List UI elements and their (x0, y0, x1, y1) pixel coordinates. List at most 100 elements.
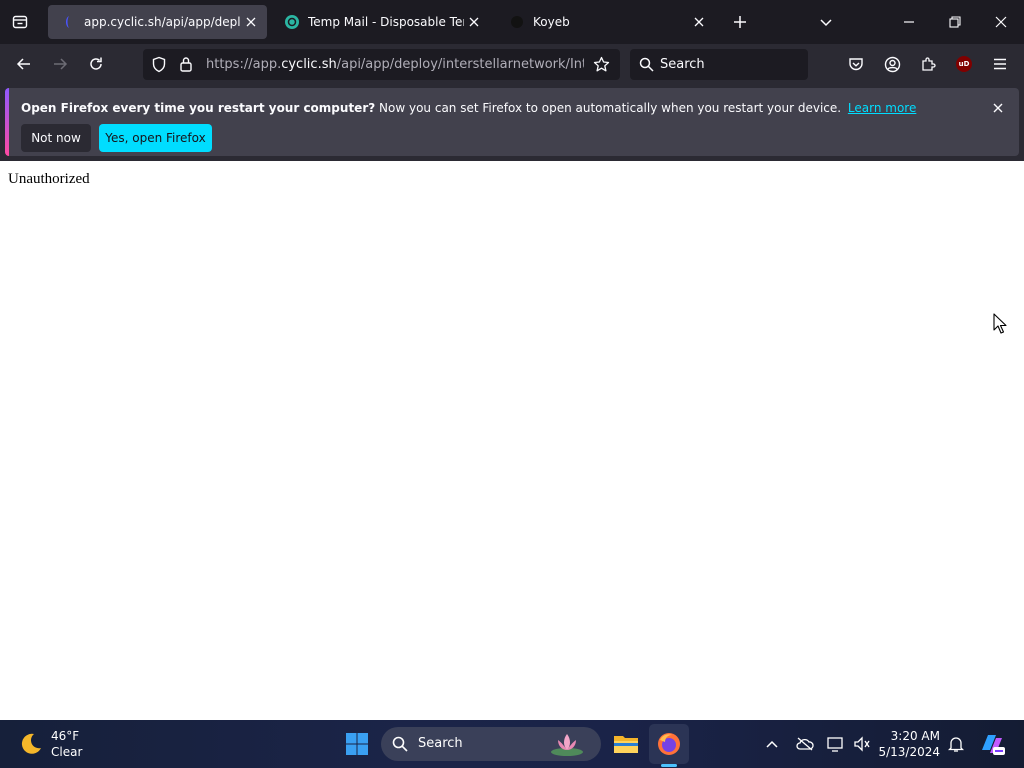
hamburger-menu-icon (994, 58, 1006, 70)
close-icon (993, 103, 1003, 113)
tab-cyclic[interactable]: app.cyclic.sh/api/app/deploy/i (48, 5, 267, 39)
account-button[interactable] (878, 50, 906, 78)
extensions-button[interactable] (914, 50, 942, 78)
back-button[interactable] (10, 50, 38, 78)
tab-title: Temp Mail - Disposable Tempo (308, 15, 464, 29)
plus-icon (734, 16, 746, 28)
cloud-offline-icon (796, 737, 814, 751)
url-bar[interactable]: https://app.cyclic.sh/api/app/deploy/int… (143, 49, 620, 80)
taskbar-firefox[interactable] (649, 724, 689, 764)
tab-title: app.cyclic.sh/api/app/deploy/i (84, 15, 241, 29)
window-close-button[interactable] (987, 8, 1015, 36)
folder-icon (614, 736, 638, 753)
learn-more-link[interactable]: Learn more (848, 101, 916, 115)
url-prefix: https://app. (206, 57, 282, 72)
arrow-left-icon (16, 58, 30, 70)
yes-open-firefox-button[interactable]: Yes, open Firefox (99, 124, 212, 152)
puzzle-icon (922, 57, 936, 71)
forward-button[interactable] (46, 50, 74, 78)
notification-area: Open Firefox every time you restart your… (0, 85, 1024, 161)
reload-icon (90, 57, 102, 70)
weather-temperature: 46°F (51, 729, 80, 743)
new-tab-button[interactable] (726, 8, 754, 36)
url-host: cyclic.sh (281, 57, 337, 72)
default-browser-notification: Open Firefox every time you restart your… (5, 88, 1019, 156)
list-all-tabs-button[interactable] (812, 8, 840, 36)
network-tray-button[interactable] (826, 734, 846, 754)
search-bar[interactable]: Search (630, 49, 808, 80)
tab-close-button[interactable] (241, 12, 261, 32)
not-now-button[interactable]: Not now (21, 124, 91, 152)
taskbar-file-explorer[interactable] (608, 726, 644, 762)
windows-taskbar: 46°F Clear Search 3:20 AM 5/13/2024 (0, 720, 1024, 768)
mouse-cursor-icon (993, 313, 1007, 334)
notification-body: Now you can set Firefox to open automati… (379, 101, 842, 115)
star-icon (593, 56, 610, 72)
notification-message: Open Firefox every time you restart your… (21, 101, 916, 115)
start-button[interactable] (341, 728, 373, 760)
tab-bar: app.cyclic.sh/api/app/deploy/i Temp Mail… (0, 0, 1024, 44)
account-icon (884, 56, 900, 72)
ublock-origin-button[interactable]: uD (950, 50, 978, 78)
display-icon (827, 737, 843, 752)
notification-close-button[interactable] (990, 100, 1006, 116)
taskbar-search-label: Search (418, 736, 463, 751)
navigation-toolbar: https://app.cyclic.sh/api/app/deploy/int… (0, 44, 1024, 85)
koyeb-favicon-icon (511, 16, 523, 28)
clock-date: 5/13/2024 (878, 745, 940, 759)
pocket-button[interactable] (842, 50, 870, 78)
restore-button[interactable] (941, 8, 969, 36)
close-icon (469, 17, 479, 27)
weather-description: Clear (51, 745, 83, 759)
speaker-muted-icon (854, 736, 870, 752)
tab-close-button[interactable] (464, 12, 484, 32)
tab-close-button[interactable] (689, 12, 709, 32)
page-content: Unauthorized (0, 161, 1024, 720)
clock-button[interactable]: 3:20 AM 5/13/2024 (878, 724, 944, 764)
arrow-right-icon (54, 58, 68, 70)
search-icon (639, 57, 654, 72)
minimize-icon (904, 21, 914, 23)
close-icon (694, 17, 704, 27)
close-icon (995, 16, 1007, 28)
lock-icon (180, 57, 192, 72)
volume-tray-button[interactable] (852, 734, 872, 754)
onedrive-tray-button[interactable] (795, 734, 815, 754)
chevron-up-icon (766, 740, 778, 748)
site-security-button[interactable] (179, 56, 193, 72)
bell-icon (948, 736, 964, 752)
page-body-text: Unauthorized (8, 171, 90, 187)
shield-icon (152, 56, 166, 73)
windows-logo-icon (346, 733, 368, 755)
tracking-protection-button[interactable] (151, 56, 167, 73)
url-path: /api/app/deploy/interstellarnetwork/Inte… (336, 57, 584, 72)
tab-koyeb[interactable]: Koyeb (497, 5, 715, 39)
notifications-button[interactable] (946, 734, 966, 754)
reload-button[interactable] (82, 50, 110, 78)
tab-temp-mail[interactable]: Temp Mail - Disposable Tempo (272, 5, 490, 39)
app-menu-button[interactable] (986, 50, 1014, 78)
notification-accent-stripe (5, 88, 9, 156)
minimize-button[interactable] (895, 8, 923, 36)
close-icon (246, 17, 256, 27)
notification-title: Open Firefox every time you restart your… (21, 101, 376, 115)
lotus-flower-icon (551, 734, 583, 756)
weather-widget[interactable]: 46°F Clear (10, 720, 100, 768)
active-app-indicator (661, 764, 677, 767)
tab-title: Koyeb (533, 15, 570, 29)
restore-icon (949, 16, 961, 28)
firefox-logo-icon (658, 733, 680, 755)
clock-time: 3:20 AM (890, 729, 940, 743)
firefox-view-icon (12, 15, 28, 29)
show-hidden-icons-button[interactable] (762, 734, 782, 754)
cyclic-favicon-icon (66, 16, 69, 28)
url-text[interactable]: https://app.cyclic.sh/api/app/deploy/int… (206, 57, 584, 72)
chevron-down-icon (820, 19, 832, 27)
search-placeholder: Search (660, 57, 705, 72)
taskbar-search-box[interactable]: Search (381, 727, 601, 761)
search-icon (392, 736, 408, 752)
pocket-icon (849, 58, 863, 71)
copilot-button[interactable] (978, 730, 1006, 758)
bookmark-button[interactable] (593, 56, 610, 73)
firefox-view-button[interactable] (6, 8, 34, 36)
